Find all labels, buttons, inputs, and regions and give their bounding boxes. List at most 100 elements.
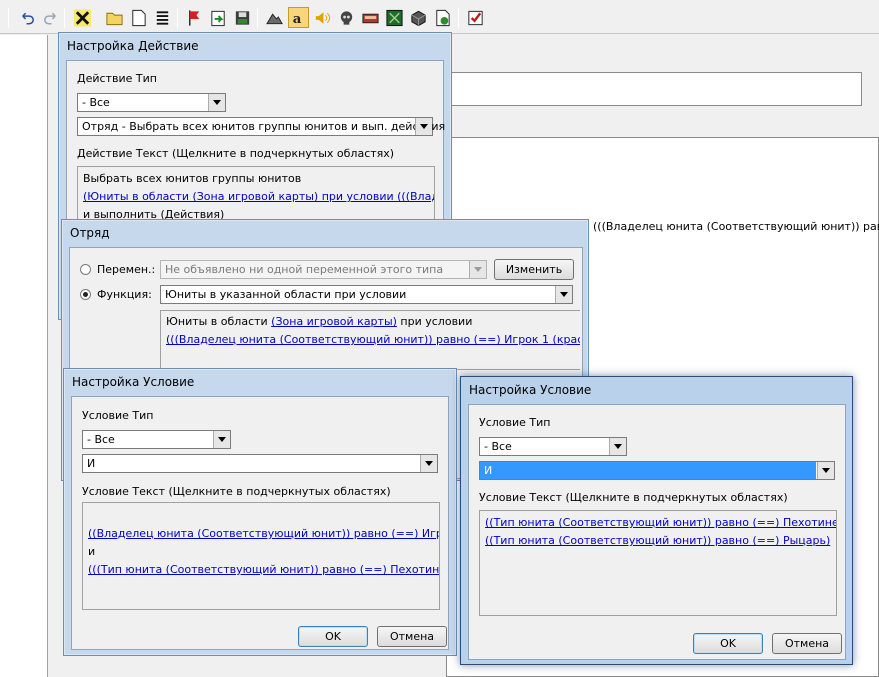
cube-button[interactable] bbox=[408, 7, 429, 28]
chevron-down-icon[interactable] bbox=[555, 286, 572, 303]
ok-button[interactable]: OK bbox=[693, 633, 763, 654]
condition-text-box: ((Владелец юнита (Соответствующий юнит))… bbox=[82, 502, 440, 610]
open-folder-icon bbox=[106, 12, 123, 25]
export-icon bbox=[211, 10, 225, 26]
condition-type-value: - Все bbox=[87, 433, 115, 446]
action-select[interactable]: Отряд - Выбрать всех юнитов группы юнито… bbox=[77, 117, 445, 136]
function-value: Юниты в указанной области при условии bbox=[165, 288, 407, 301]
window-client: Условие Тип - Все И Условие Текст (Щелкн… bbox=[71, 396, 449, 650]
condition-type-select[interactable]: - Все bbox=[479, 437, 627, 456]
variable-label: Перемен.: bbox=[97, 263, 156, 276]
list-button[interactable] bbox=[152, 7, 173, 28]
function-text-line: Юниты в области (Зона игровой карты) при… bbox=[166, 315, 472, 328]
action-type-select[interactable]: - Все bbox=[77, 93, 226, 112]
window-client: Условие Тип - Все И Условие Текст (Щелкн… bbox=[468, 404, 846, 660]
trigger-line-text: (((Владелец юнита (Соответствующий юнит)… bbox=[593, 220, 879, 233]
chevron-down-icon[interactable] bbox=[208, 94, 225, 111]
checkbox-icon bbox=[468, 10, 483, 25]
cancel-button[interactable]: Отмена bbox=[377, 626, 447, 647]
save-button[interactable] bbox=[232, 7, 253, 28]
map-button[interactable] bbox=[384, 7, 405, 28]
function-text-plain: Юниты в области bbox=[166, 315, 272, 328]
toolbar-separator bbox=[64, 8, 65, 28]
toolbar-separator bbox=[458, 8, 459, 28]
skull-button[interactable] bbox=[336, 7, 357, 28]
box-icon bbox=[362, 13, 379, 23]
function-text-tail: при условии bbox=[396, 315, 473, 328]
redo-button[interactable] bbox=[40, 7, 61, 28]
window-title: Настройка Условие bbox=[469, 383, 592, 397]
cube-icon bbox=[411, 10, 426, 26]
action-text-line: Выбрать всех юнитов группы юнитов bbox=[83, 172, 302, 185]
change-button[interactable]: Изменить bbox=[494, 259, 574, 280]
save-icon bbox=[235, 10, 250, 25]
condition-text-label: Условие Текст (Щелкните в подчеркнутых о… bbox=[479, 491, 788, 504]
condition-text-link[interactable]: ((Тип юнита (Соответствующий юнит)) равн… bbox=[485, 516, 836, 529]
export-button[interactable] bbox=[208, 7, 229, 28]
condition-text-link[interactable]: (((Тип юнита (Соответствующий юнит)) рав… bbox=[88, 563, 439, 576]
sound-icon bbox=[315, 11, 331, 24]
undo-button[interactable] bbox=[17, 7, 38, 28]
toolbar-separator bbox=[8, 8, 9, 28]
function-text-box: Юниты в области (Зона игровой карты) при… bbox=[160, 310, 580, 370]
condition-value: И bbox=[87, 457, 96, 470]
condition-text-link[interactable]: ((Владелец юнита (Соответствующий юнит))… bbox=[88, 527, 439, 540]
function-select[interactable]: Юниты в указанной области при условии bbox=[160, 285, 573, 304]
text-icon: a bbox=[293, 11, 302, 26]
close-x-icon bbox=[73, 8, 92, 27]
condition-text-link[interactable]: ((Тип юнита (Соответствующий юнит)) равн… bbox=[485, 534, 830, 547]
toolbar-separator bbox=[177, 8, 178, 28]
close-x-button[interactable] bbox=[72, 7, 93, 28]
box-button[interactable] bbox=[360, 7, 381, 28]
variable-value: Не объявлено ни одной переменной этого т… bbox=[165, 263, 444, 276]
condition-text-label: Условие Текст (Щелкните в подчеркнутых о… bbox=[82, 485, 391, 498]
window-title: Настройка Условие bbox=[72, 375, 195, 389]
condition-type-value: - Все bbox=[484, 440, 512, 453]
doc-check-icon bbox=[436, 9, 450, 26]
chevron-down-icon[interactable] bbox=[420, 455, 437, 472]
condition-select[interactable]: И bbox=[82, 454, 438, 473]
comment-field[interactable] bbox=[446, 72, 862, 106]
svg-text:a: a bbox=[293, 11, 302, 26]
checkbox-button[interactable] bbox=[465, 7, 486, 28]
red-flag-icon bbox=[189, 9, 200, 26]
map-zone-link[interactable]: (Зона игровой карты) bbox=[271, 315, 397, 328]
condition-config-window-2: Настройка Условие Условие Тип - Все И Ус… bbox=[460, 376, 853, 665]
condition-type-select[interactable]: - Все bbox=[82, 430, 231, 449]
toolbar-separator bbox=[257, 8, 258, 28]
terrain-button[interactable] bbox=[264, 7, 285, 28]
action-text-label: Действие Текст (Щелкните в подчеркнутых … bbox=[77, 147, 395, 160]
function-radio[interactable] bbox=[80, 289, 91, 300]
action-type-label: Действие Тип bbox=[77, 72, 157, 85]
function-label: Функция: bbox=[97, 288, 152, 301]
condition-type-label: Условие Тип bbox=[82, 409, 154, 422]
text-button[interactable]: a bbox=[288, 7, 309, 28]
doc-check-button[interactable] bbox=[432, 7, 453, 28]
ok-button[interactable]: OK bbox=[298, 626, 368, 647]
condition-text-line: и bbox=[88, 545, 96, 558]
condition-select[interactable]: И bbox=[479, 461, 835, 480]
skull-icon bbox=[340, 10, 353, 25]
list-icon bbox=[156, 10, 169, 25]
left-tree-panel bbox=[0, 35, 48, 677]
redo-icon bbox=[44, 12, 56, 24]
new-document-icon bbox=[132, 9, 146, 26]
flag-button[interactable] bbox=[184, 7, 205, 28]
cancel-button[interactable]: Отмена bbox=[772, 633, 842, 654]
terrain-icon bbox=[266, 12, 283, 24]
new-document-button[interactable] bbox=[128, 7, 149, 28]
variable-select[interactable]: Не объявлено ни одной переменной этого т… bbox=[160, 260, 487, 279]
chevron-down-icon[interactable] bbox=[213, 431, 230, 448]
variable-radio[interactable] bbox=[80, 264, 91, 275]
chevron-down-icon[interactable] bbox=[609, 438, 626, 455]
sound-button[interactable] bbox=[312, 7, 333, 28]
chevron-down-icon[interactable] bbox=[817, 462, 834, 479]
condition-text-box: ((Тип юнита (Соответствующий юнит)) равн… bbox=[479, 510, 837, 616]
chevron-down-icon[interactable] bbox=[469, 261, 486, 278]
toolbar: a bbox=[0, 0, 879, 34]
condition-link[interactable]: (((Владелец юнита (Соответствующий юнит)… bbox=[166, 333, 580, 346]
action-text-link[interactable]: (Юниты в области (Зона игровой карты) пр… bbox=[83, 190, 434, 203]
open-folder-button[interactable] bbox=[104, 7, 125, 28]
chevron-down-icon[interactable] bbox=[415, 118, 432, 135]
condition-type-label: Условие Тип bbox=[479, 416, 551, 429]
